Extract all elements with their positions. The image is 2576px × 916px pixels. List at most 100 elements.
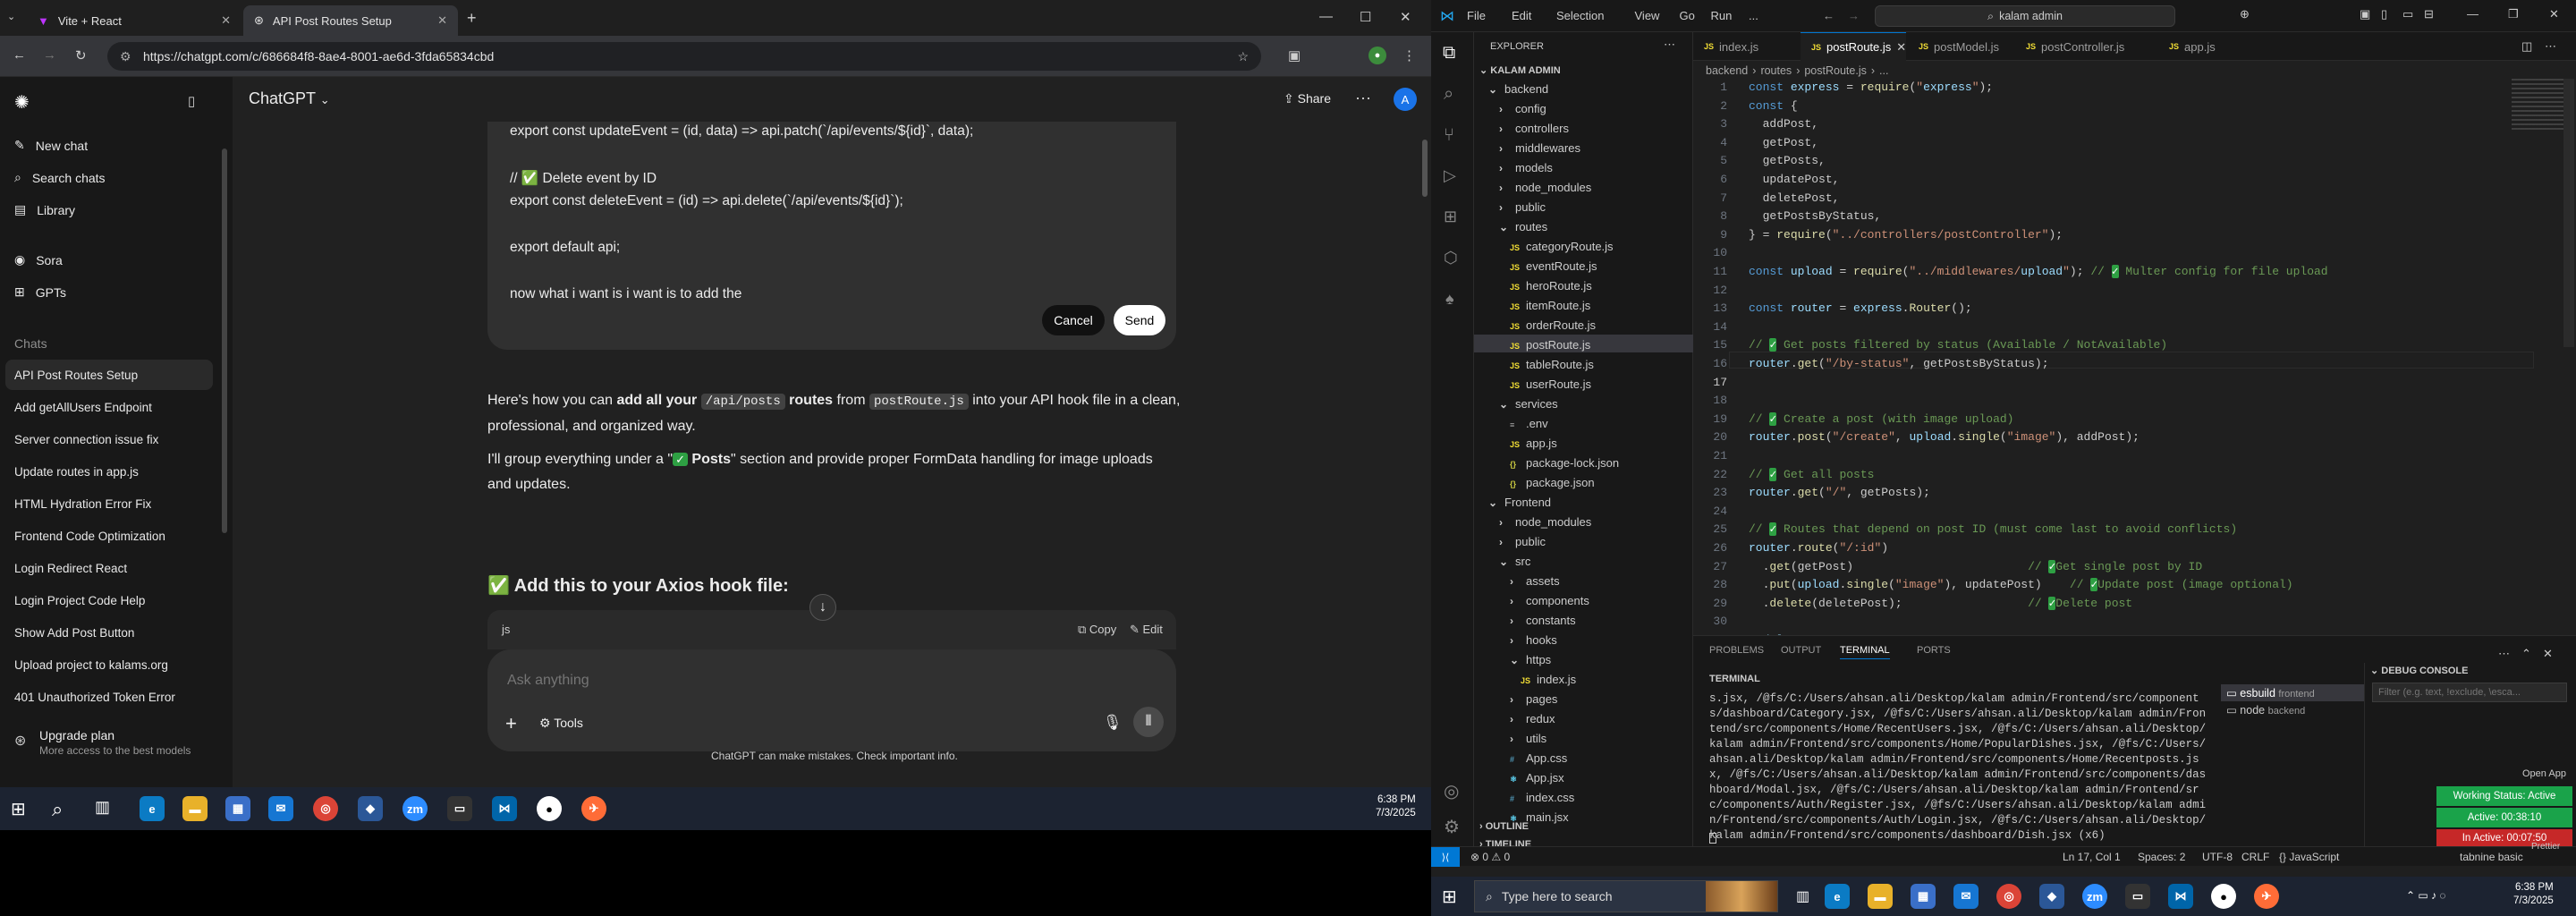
tree-item[interactable]: › node_modules — [1499, 181, 1591, 194]
terminal-item-esbuild[interactable]: ▭ esbuild frontend — [2221, 684, 2364, 701]
panel-tab[interactable]: PORTS — [1917, 645, 1951, 656]
customize-layout-icon[interactable]: ⊟ — [2424, 7, 2434, 21]
prompt-input[interactable] — [507, 667, 1133, 694]
panel-tab[interactable]: TERMINAL — [1840, 645, 1890, 659]
mail-icon[interactable]: ✉ — [268, 796, 293, 821]
edge-icon[interactable]: e — [1825, 884, 1850, 909]
tree-item[interactable]: {} package.json — [1510, 476, 1595, 489]
tools-button[interactable]: ⚙ Tools — [539, 716, 583, 731]
toggle-panel-icon[interactable]: ▭ — [2402, 7, 2413, 21]
voice-mode-button[interactable]: ⦀ — [1133, 707, 1164, 737]
toggle-sidebar-icon[interactable]: ▯ — [2381, 7, 2387, 21]
tree-item[interactable]: ⌄ backend — [1488, 82, 1548, 96]
chat-list-item[interactable]: Upload project to kalams.org — [14, 658, 168, 672]
tree-item[interactable]: › constants — [1510, 614, 1576, 627]
sora-button[interactable]: ◉ Sora — [14, 252, 63, 267]
file-explorer-icon[interactable]: ▬ — [182, 796, 208, 821]
debug-filter-input[interactable] — [2372, 683, 2567, 702]
menu-icon[interactable]: ⋮ — [1402, 47, 1416, 64]
send-button[interactable]: Send — [1114, 305, 1165, 335]
tree-item[interactable]: # App.css — [1510, 751, 1567, 765]
chat-list-item[interactable]: Frontend Code Optimization — [14, 530, 165, 543]
task-view-icon[interactable]: ▥ — [95, 798, 110, 817]
new-chat-button[interactable]: ✎ New chat — [14, 138, 88, 153]
chrome-icon[interactable]: ◎ — [313, 796, 338, 821]
bookmark-icon[interactable]: ☆ — [1237, 49, 1249, 64]
indentation[interactable]: Spaces: 2 — [2138, 851, 2185, 863]
breadcrumb-item[interactable]: ... — [1879, 64, 1888, 77]
maximize-icon[interactable]: ❐ — [2508, 7, 2519, 21]
edit-button[interactable]: ✎ Edit — [1130, 623, 1163, 637]
menu-item[interactable]: Go — [1680, 9, 1695, 22]
vscode-icon[interactable]: ⋈ — [2168, 884, 2193, 909]
explorer-icon[interactable]: ⧉ — [1443, 43, 1455, 64]
editor-scrollbar[interactable] — [2563, 79, 2574, 347]
minimize-icon[interactable]: — — [1319, 9, 1333, 24]
url-field[interactable]: ⚙ https://chatgpt.com/c/686684f8-8ae4-80… — [107, 42, 1261, 71]
tree-item[interactable]: › public — [1499, 200, 1546, 214]
upgrade-plan-button[interactable]: ⊛ Upgrade plan More access to the best m… — [11, 723, 216, 768]
line-ending[interactable]: CRLF — [2241, 851, 2269, 863]
more-actions-icon[interactable]: ⋯ — [1664, 38, 1675, 52]
add-icon[interactable]: + — [505, 712, 517, 735]
run-debug-icon[interactable]: ▷ — [1444, 166, 1456, 185]
windows-start-icon[interactable]: ⊞ — [1442, 886, 1457, 908]
tab-search-icon[interactable]: ⌄ — [7, 11, 15, 22]
tree-item[interactable]: JS userRoute.js — [1510, 377, 1591, 391]
source-control-icon[interactable]: ⑂ — [1444, 125, 1454, 146]
windows-start-icon[interactable]: ⊞ — [11, 798, 26, 820]
store-icon[interactable]: ▦ — [1911, 884, 1936, 909]
postman-icon[interactable]: ✈ — [2254, 884, 2279, 909]
prettier-status[interactable]: Prettier — [2531, 842, 2560, 852]
zoom-icon[interactable]: zm — [402, 796, 428, 821]
store-icon[interactable]: ▦ — [225, 796, 250, 821]
terminal-output[interactable]: s.jsx, /@fs/C:/Users/ahsan.ali/Desktop/k… — [1709, 691, 2210, 844]
menu-item[interactable]: Edit — [1512, 9, 1531, 22]
panel-close-icon[interactable]: ✕ — [2543, 647, 2553, 661]
chat-list-item[interactable]: Add getAllUsers Endpoint — [14, 401, 152, 414]
back-icon[interactable]: ← — [1823, 9, 1835, 22]
menu-item[interactable]: Run — [1711, 9, 1733, 22]
tree-item[interactable]: JS heroRoute.js — [1510, 279, 1592, 293]
menu-item[interactable]: ... — [1749, 9, 1758, 22]
minimap[interactable] — [2512, 79, 2563, 132]
panel-more-icon[interactable]: ⋯ — [2498, 647, 2510, 661]
tree-item[interactable]: › public — [1499, 535, 1546, 548]
menu-item[interactable]: Selection — [1556, 9, 1604, 22]
forward-icon[interactable]: → — [43, 47, 56, 63]
copy-button[interactable]: ⧉ Copy — [1078, 623, 1116, 637]
profile-icon[interactable]: ● — [1368, 47, 1386, 64]
outline-section[interactable]: › OUTLINE — [1479, 821, 1529, 832]
breadcrumb-item[interactable]: routes — [1760, 64, 1792, 77]
tree-item[interactable]: › node_modules — [1499, 515, 1591, 529]
tree-item[interactable]: › utils — [1510, 732, 1546, 745]
postman-icon[interactable]: ✈ — [581, 796, 606, 821]
reload-icon[interactable]: ↻ — [75, 47, 87, 64]
search-icon[interactable]: ⌕ — [52, 798, 63, 821]
encoding[interactable]: UTF-8 — [2202, 851, 2233, 863]
panel-tab[interactable]: PROBLEMS — [1709, 645, 1764, 656]
clock[interactable]: 6:38 PM 7/3/2025 — [1376, 794, 1416, 818]
tray-icons[interactable]: ⌃ ▭ ♪ ◌ — [2406, 889, 2446, 902]
tree-item[interactable]: › controllers — [1499, 122, 1569, 135]
command-center[interactable]: ⌕ kalam admin — [1875, 5, 2175, 27]
tab-vite[interactable]: ▼ Vite + React ✕ — [27, 5, 242, 36]
scroll-down-button[interactable]: ↓ — [809, 594, 836, 621]
tree-item[interactable]: ⌄ routes — [1499, 220, 1547, 233]
tree-item[interactable]: › redux — [1510, 712, 1555, 725]
taskbar-search[interactable]: ⌕ Type here to search — [1474, 880, 1778, 912]
editor-tab[interactable]: JS index.js — [1693, 32, 1799, 61]
tree-item[interactable]: ≡ .env — [1510, 417, 1548, 430]
tree-item[interactable]: JS categoryRoute.js — [1510, 240, 1614, 253]
tree-item[interactable]: › pages — [1510, 692, 1557, 706]
sidebar-scrollbar[interactable] — [222, 148, 227, 533]
terminal-icon[interactable]: ▭ — [2125, 884, 2150, 909]
microphone-icon[interactable]: 🎙︎ — [1103, 714, 1123, 732]
openai-logo-icon[interactable]: ✺ — [14, 91, 30, 114]
file-explorer-icon[interactable]: ▬ — [1868, 884, 1893, 909]
main-scrollbar[interactable] — [1422, 140, 1428, 197]
model-selector[interactable]: ChatGPT ⌄ — [249, 89, 330, 108]
search-chats-button[interactable]: ⌕ Search chats — [14, 170, 106, 185]
close-icon[interactable]: ✕ — [1896, 40, 1906, 55]
search-icon[interactable]: ⌕ — [1444, 84, 1453, 105]
